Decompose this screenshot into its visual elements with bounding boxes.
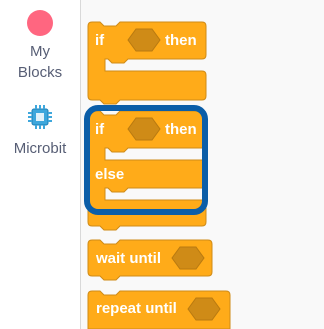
- category-my-blocks-label: My Blocks: [17, 43, 63, 81]
- category-sidebar: My Blocks Microbit: [0, 0, 81, 329]
- if-then-then-label: then: [165, 32, 197, 49]
- block-shapes: .b { fill: #ffab19; stroke: #cf8b17; str…: [87, 21, 231, 329]
- app-root: My Blocks Microbit .b { fill: #ffab19; s…: [0, 0, 324, 329]
- repeat-until-label: repeat until: [96, 300, 177, 317]
- category-my-blocks[interactable]: My Blocks: [0, 10, 80, 83]
- block-palette: .b { fill: #ffab19; stroke: #cf8b17; str…: [81, 0, 324, 329]
- category-microbit-label: Microbit: [13, 140, 67, 157]
- my-blocks-color-dot-icon: [27, 10, 53, 36]
- category-microbit[interactable]: Microbit: [0, 104, 80, 159]
- if-else-if-label: if: [95, 121, 105, 138]
- wait-until-label: wait until: [96, 250, 161, 267]
- microchip-icon: [28, 105, 52, 129]
- if-then-if-label: if: [95, 32, 105, 49]
- if-else-then-label: then: [165, 121, 197, 138]
- if-else-else-label: else: [95, 166, 125, 183]
